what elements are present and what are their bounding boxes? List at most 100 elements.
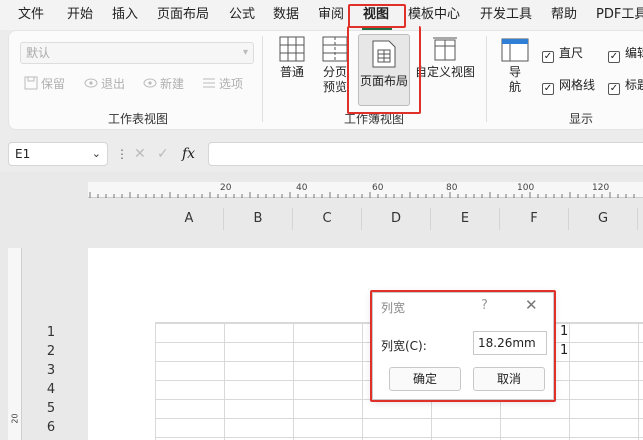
vertical-ruler-label: 20 [10, 413, 20, 424]
check-icon: ✓ [608, 83, 620, 95]
page-break-label-2: 预览 [322, 80, 347, 94]
cancel-icon[interactable]: ✕ [134, 142, 146, 166]
show-group-label: 显示 [569, 112, 594, 126]
navigation-label-1: 导 [508, 65, 521, 79]
menu-home[interactable]: 开始 [67, 0, 93, 30]
gridlines-checkbox[interactable]: ✓ 网格线 [542, 77, 596, 95]
sheet-view-combo[interactable]: 默认 ▾ [20, 42, 254, 64]
options-label: 选项 [219, 77, 244, 91]
normal-view-button[interactable]: 普通 [274, 36, 310, 86]
enter-icon[interactable]: ✓ [157, 142, 169, 166]
menu-insert[interactable]: 插入 [112, 0, 138, 30]
menu-view[interactable]: 视图 [363, 0, 389, 30]
edit-bar-checkbox-label: 编辑 [625, 46, 643, 60]
custom-view-button[interactable]: 自定义视图 [414, 36, 476, 86]
column-header-b[interactable]: B [224, 208, 293, 230]
check-icon: ✓ [608, 51, 620, 63]
menu-template-center[interactable]: 模板中心 [408, 0, 460, 30]
keep-label: 保留 [41, 77, 66, 91]
menu-developer[interactable]: 开发工具 [480, 0, 532, 30]
custom-view-icon [433, 37, 457, 61]
ruler-label: 80 [446, 183, 458, 193]
row-header-2[interactable]: 2 [42, 342, 60, 361]
row-header-1[interactable]: 1 [42, 323, 60, 342]
row-header-4[interactable]: 4 [42, 380, 60, 399]
row-header-6[interactable]: 6 [42, 418, 60, 437]
column-width-label: 列宽(C): [381, 339, 427, 353]
column-headers: A B C D E F G [155, 208, 643, 230]
cancel-button[interactable]: 取消 [473, 367, 545, 391]
keep-button[interactable]: 保留 [24, 74, 65, 94]
close-icon[interactable]: ✕ [525, 296, 538, 314]
sheet-view-combo-value: 默认 [26, 46, 51, 60]
ok-button[interactable]: 确定 [389, 367, 461, 391]
new-view-button[interactable]: 新建 [143, 74, 184, 94]
vertical-ruler: 20 [8, 248, 22, 440]
ruler-checkbox[interactable]: ✓ 直尺 [542, 45, 584, 63]
eye-icon [84, 78, 98, 88]
column-header-c[interactable]: C [293, 208, 362, 230]
workbook-view-group-label: 工作簿视图 [344, 112, 405, 126]
menu-page-layout[interactable]: 页面布局 [157, 0, 209, 30]
menu-file[interactable]: 文件 [18, 0, 44, 30]
group-divider [486, 36, 487, 122]
column-header-g[interactable]: G [569, 208, 638, 230]
page-layout-view-button[interactable]: 页面布局 [358, 34, 410, 106]
list-icon [203, 78, 215, 88]
navigation-button[interactable]: 导 航 [498, 38, 532, 102]
menu-bar: 文件 开始 插入 页面布局 公式 数据 审阅 视图 模板中心 开发工具 帮助 P… [0, 0, 643, 30]
page-break-label-1: 分页 [322, 65, 347, 79]
horizontal-ruler: 20 40 60 80 100 120 [88, 182, 643, 198]
sheet-view-group-label: 工作表视图 [108, 112, 169, 126]
insert-function-icon[interactable]: fx [182, 142, 195, 166]
name-box[interactable]: E1 ⌄ [8, 142, 108, 166]
normal-view-icon [279, 36, 305, 62]
headings-checkbox-label: 标题 [625, 78, 643, 92]
eye-plus-icon [143, 78, 157, 88]
column-header-d[interactable]: D [362, 208, 431, 230]
normal-view-label: 普通 [279, 65, 304, 79]
gridlines-checkbox-label: 网格线 [559, 78, 596, 92]
menu-formulas[interactable]: 公式 [229, 0, 255, 30]
column-width-input[interactable]: 18.26mm [473, 331, 547, 355]
column-header-a[interactable]: A [155, 208, 224, 230]
menu-pdf-tools[interactable]: PDF工具 [596, 0, 643, 30]
ruler-checkbox-label: 直尺 [559, 46, 584, 60]
page-break-icon [322, 36, 348, 62]
column-header-e[interactable]: E [431, 208, 500, 230]
exit-button[interactable]: 退出 [84, 74, 125, 94]
chevron-down-icon: ⌄ [91, 147, 101, 160]
ruler-ticks [89, 192, 635, 198]
help-icon[interactable]: ? [481, 298, 488, 313]
menu-help[interactable]: 帮助 [551, 0, 577, 30]
edge-mark: 1 [560, 343, 569, 358]
row-header-3[interactable]: 3 [42, 361, 60, 380]
page-layout-label: 页面布局 [359, 74, 408, 88]
check-icon: ✓ [542, 51, 554, 63]
check-icon: ✓ [542, 83, 554, 95]
column-width-dialog: 列宽 ? ✕ 列宽(C): 18.26mm 确定 取消 [372, 292, 554, 400]
page-layout-icon [372, 40, 396, 68]
exit-label: 退出 [101, 77, 126, 91]
more-options-icon: ⋮ [116, 147, 128, 161]
column-header-f[interactable]: F [500, 208, 569, 230]
options-button[interactable]: 选项 [202, 74, 243, 94]
navigation-label-2: 航 [508, 80, 521, 94]
group-divider [262, 36, 263, 122]
page-break-preview-button[interactable]: 分页 预览 [318, 36, 352, 102]
name-box-value: E1 [15, 147, 31, 161]
ruler-label: 40 [296, 183, 308, 193]
ruler-label: 20 [220, 183, 232, 193]
chevron-down-icon: ▾ [242, 47, 248, 58]
menu-data[interactable]: 数据 [273, 0, 299, 30]
navigation-pane-icon [501, 38, 529, 62]
menu-review[interactable]: 审阅 [318, 0, 344, 30]
row-header-5[interactable]: 5 [42, 399, 60, 418]
ruler-label: 60 [372, 183, 384, 193]
headings-checkbox[interactable]: ✓ 标题 [608, 77, 643, 95]
edit-bar-checkbox[interactable]: ✓ 编辑 [608, 45, 643, 63]
custom-view-label: 自定义视图 [414, 65, 475, 79]
formula-input[interactable] [208, 142, 643, 166]
save-icon [24, 76, 38, 90]
dialog-title: 列宽 [381, 301, 406, 315]
